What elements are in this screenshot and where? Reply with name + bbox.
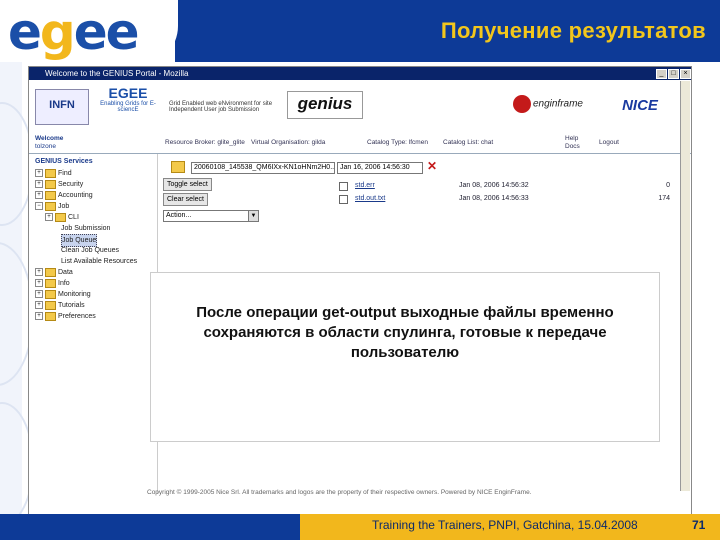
genius-logo: genius [287, 91, 363, 119]
file-name-link[interactable]: std.err [355, 180, 375, 191]
close-icon[interactable]: × [680, 69, 691, 79]
file-row[interactable]: std.out.txt Jan 08, 2006 14:56:33 174 [339, 193, 674, 204]
page-number: 71 [692, 518, 706, 532]
folder-icon [45, 267, 56, 277]
tree-item-job[interactable]: − Job [35, 201, 69, 212]
file-date: Jan 08, 2006 14:56:32 [459, 182, 529, 189]
action-dropdown-value: Action... [166, 212, 192, 219]
portal-logos: INFN EGEE Enabling Grids for E-sciencE G… [29, 81, 691, 134]
user-name: tolzone [35, 143, 56, 150]
logo-letter: g [39, 3, 76, 61]
tree-item-cli[interactable]: + CLI [45, 212, 79, 223]
folder-icon [45, 311, 56, 321]
date-field[interactable]: Jan 16, 2006 14:56:30 [337, 162, 423, 174]
folder-icon [45, 300, 56, 310]
window-titlebar: Welcome to the GENIUS Portal - Mozilla _… [29, 67, 691, 80]
file-checkbox[interactable] [339, 195, 348, 204]
action-dropdown[interactable]: Action... ▼ [163, 210, 259, 222]
slide-title: Получение результатов [440, 18, 706, 43]
egee-logo: egee [0, 0, 178, 66]
catalog-list: Catalog List: chat [443, 139, 494, 146]
tree-item-find[interactable]: + Find [35, 168, 72, 179]
tree-item-list-resources[interactable]: List Available Resources [61, 256, 137, 267]
folder-icon [55, 212, 66, 222]
file-checkbox[interactable] [339, 182, 348, 191]
file-row[interactable]: std.err Jan 08, 2006 14:56:32 0 [339, 180, 674, 191]
folder-icon [45, 278, 56, 288]
expand-icon[interactable]: + [35, 312, 43, 321]
logo-letter: ee [73, 3, 140, 61]
folder-icon [45, 179, 56, 189]
toggle-select-button[interactable]: Toggle select [163, 178, 212, 191]
catalog-type: Catalog Type: lfcmen [367, 139, 428, 146]
logout-link[interactable]: Logout [599, 139, 619, 146]
file-size: 174 [658, 195, 670, 202]
vertical-scrollbar[interactable] [680, 81, 690, 491]
collapse-icon[interactable]: − [35, 202, 43, 211]
enginframe-logo: enginframe [503, 95, 593, 117]
tree-item-clean-job-queues[interactable]: Clean Job Queues [61, 245, 119, 256]
welcome-label: Welcome [35, 135, 64, 142]
tree-item-job-submission[interactable]: Job Submission [61, 223, 110, 234]
expand-icon[interactable]: + [35, 268, 43, 277]
folder-icon [45, 201, 56, 211]
file-size: 0 [666, 182, 670, 189]
tree-item-tutorials[interactable]: + Tutorials [35, 300, 85, 311]
genius-description: Grid Enabled web eNvironment for site In… [169, 101, 273, 113]
logo-letter: e [8, 3, 42, 61]
folder-icon [45, 190, 56, 200]
help-link[interactable]: Help [565, 135, 578, 142]
tree-item-monitoring[interactable]: + Monitoring [35, 289, 91, 300]
explanation-box: После операции get-output выходные файлы… [150, 272, 660, 442]
clear-select-button[interactable]: Clear select [163, 193, 208, 206]
expand-icon[interactable]: + [35, 169, 43, 178]
expand-icon[interactable]: + [35, 180, 43, 189]
tree-item-data[interactable]: + Data [35, 267, 73, 278]
folder-icon [45, 168, 56, 178]
explanation-text: После операции get-output выходные файлы… [196, 304, 614, 361]
minimize-icon[interactable]: _ [656, 69, 667, 79]
footer-accent [0, 514, 300, 540]
footer-text: Training the Trainers, PNPI, Gatchina, 1… [372, 518, 638, 532]
expand-icon[interactable]: + [35, 301, 43, 310]
services-tree: GENIUS Services + Find + Security + Account… [29, 154, 158, 494]
expand-icon[interactable]: + [35, 290, 43, 299]
maximize-icon[interactable]: □ [668, 69, 679, 79]
docs-link[interactable]: Docs [565, 143, 580, 150]
output-path-field[interactable]: 20060108_145538_QM6IXx-KN1oHNm2H0... [191, 162, 335, 174]
resource-broker: Resource Broker: glite_glite [165, 139, 245, 146]
tree-item-info[interactable]: + Info [35, 278, 70, 289]
tree-item-accounting[interactable]: + Accounting [35, 190, 93, 201]
delete-icon[interactable]: ✕ [427, 160, 439, 172]
copyright-notice: Copyright © 1999-2005 Nice Srl. All trad… [147, 489, 532, 496]
portal-status-bar: Welcome tolzone Resource Broker: glite_g… [29, 133, 691, 154]
expand-icon[interactable]: + [45, 213, 53, 222]
chevron-down-icon[interactable]: ▼ [248, 211, 258, 221]
expand-icon[interactable]: + [35, 279, 43, 288]
window-title: Welcome to the GENIUS Portal - Mozilla [45, 69, 189, 78]
folder-icon [45, 289, 56, 299]
expand-icon[interactable]: + [35, 191, 43, 200]
tree-item-preferences[interactable]: + Preferences [35, 311, 96, 322]
folder-open-icon[interactable] [171, 161, 185, 173]
tree-item-security[interactable]: + Security [35, 179, 83, 190]
file-name-link[interactable]: std.out.txt [355, 193, 385, 204]
egee-small-logo: EGEE Enabling Grids for E-sciencE [100, 85, 156, 113]
infn-logo: INFN [35, 89, 89, 125]
tree-header: GENIUS Services [35, 158, 93, 165]
nice-logo: NICE [622, 97, 658, 114]
file-date: Jan 08, 2006 14:56:33 [459, 195, 529, 202]
virtual-organisation: Virtual Organisation: gilda [251, 139, 326, 146]
decorative-stripe [0, 62, 34, 540]
